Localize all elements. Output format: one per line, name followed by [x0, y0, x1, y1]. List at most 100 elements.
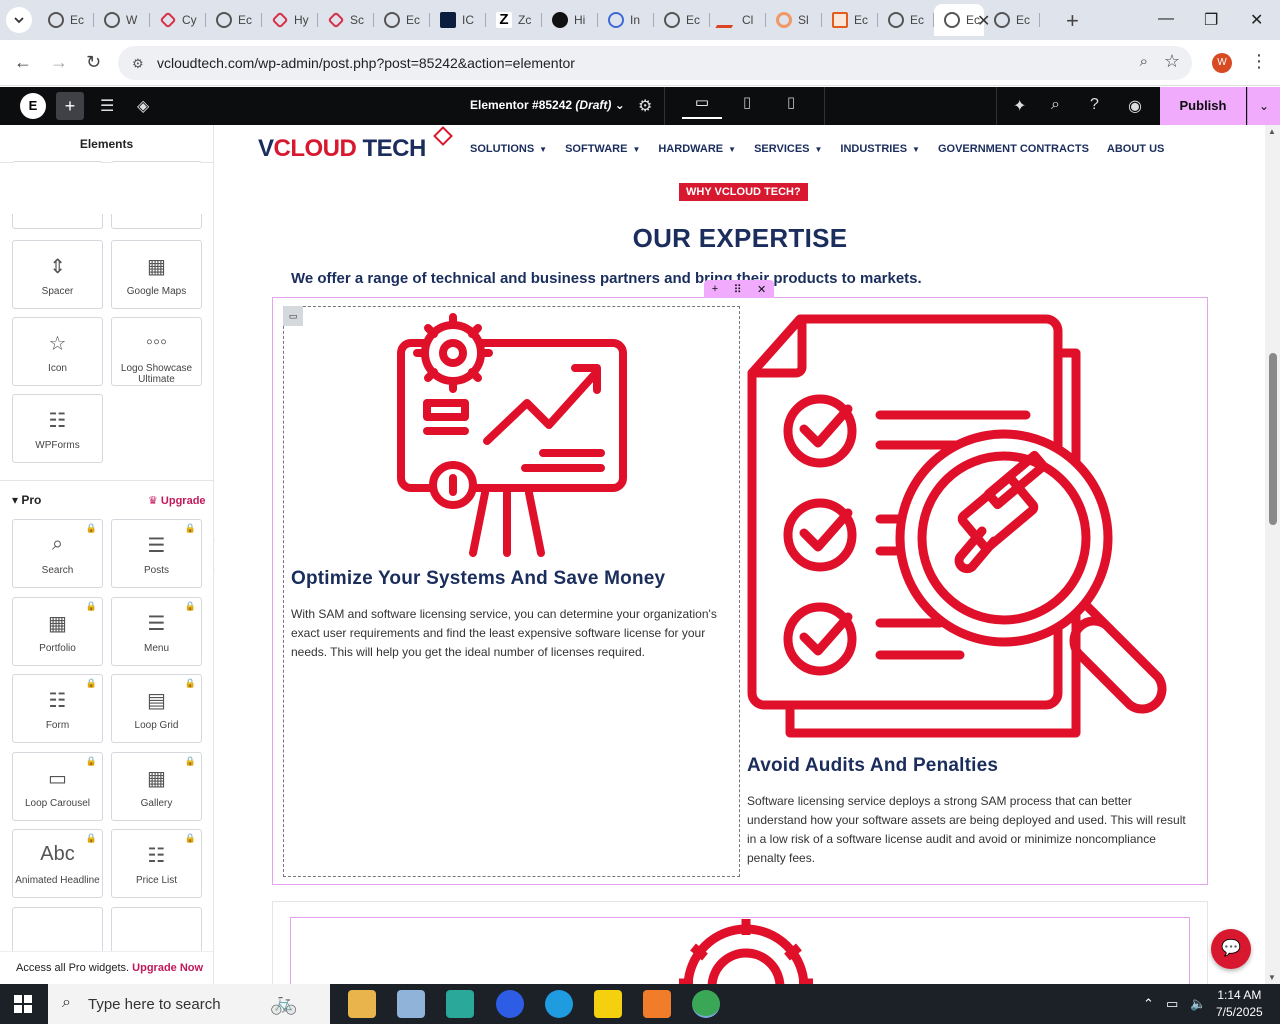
site-nav-item[interactable]: INDUSTRIES ▼ — [840, 143, 920, 155]
widget-wpforms[interactable]: ☷ WPForms — [12, 394, 103, 463]
canvas-scrollbar[interactable]: ▲ ▼ — [1265, 125, 1280, 984]
taskbar-search[interactable]: ⌕ Type here to search 🚲 — [48, 984, 330, 1024]
windows-start-icon[interactable] — [14, 995, 32, 1013]
browser-menu-icon[interactable]: ⋮ — [1250, 51, 1268, 72]
profile-avatar[interactable]: W — [1212, 53, 1232, 73]
column-edit-handle-icon[interactable]: ▭ — [283, 306, 303, 326]
app-icon[interactable] — [397, 990, 425, 1018]
widget-search[interactable]: ⌕ Search 🔒 — [12, 519, 103, 588]
system-clock[interactable]: 1:14 AM 7/5/2025 — [1216, 987, 1263, 1021]
document-title[interactable]: Elementor #85242 (Draft) ⌄ — [470, 98, 625, 112]
widget-posts[interactable]: ☰ Posts 🔒 — [111, 519, 202, 588]
browser-tab[interactable]: Sc — [318, 4, 374, 36]
structure-layers-icon[interactable]: ◈ — [137, 96, 149, 116]
widget-animated-headline[interactable]: Abc Animated Headline 🔒 — [12, 829, 103, 898]
network-icon[interactable]: ▭ — [1166, 996, 1178, 1012]
app-icon[interactable] — [446, 990, 474, 1018]
add-section-icon[interactable]: + — [712, 283, 718, 295]
close-window-icon[interactable]: ✕ — [1250, 10, 1263, 30]
widget-google-maps[interactable]: ▦ Google Maps — [111, 240, 202, 309]
address-bar[interactable]: ⚙ vcloudtech.com/wp-admin/post.php?post=… — [118, 46, 1192, 80]
browser-tab[interactable]: Ec — [206, 4, 262, 36]
widget-loop-grid[interactable]: ▤ Loop Grid 🔒 — [111, 674, 202, 743]
file-explorer-icon[interactable] — [348, 990, 376, 1018]
back-icon[interactable]: ← — [14, 52, 32, 73]
notifications-rocket-icon[interactable]: ✦ — [1013, 96, 1026, 116]
desktop-view-icon[interactable]: ▭ — [682, 93, 722, 119]
publish-button[interactable]: Publish — [1160, 87, 1246, 125]
publish-options-chevron-icon[interactable]: ⌄ — [1247, 87, 1280, 125]
widget-gallery[interactable]: ▦ Gallery 🔒 — [111, 751, 202, 821]
browser-tab[interactable]: Ec — [374, 4, 430, 36]
zoom-icon[interactable]: ⌕ — [1140, 53, 1148, 70]
site-settings-icon[interactable]: ⚙ — [132, 56, 144, 72]
editor-canvas[interactable]: VCLOUD TECH SOLUTIONS ▼ SOFTWARE ▼ HARDWARE ▼… — [215, 125, 1265, 984]
site-nav-item[interactable]: ABOUT US — [1107, 143, 1164, 155]
browser-tab[interactable]: Ec — [38, 4, 94, 36]
browser-tab[interactable]: Cy — [150, 4, 206, 36]
widget-form[interactable]: ☷ Form 🔒 — [12, 674, 103, 743]
delete-section-icon[interactable]: ✕ — [757, 283, 766, 296]
browser-tab[interactable]: Cl — [710, 4, 766, 36]
page-settings-gear-icon[interactable]: ⚙ — [638, 96, 652, 116]
xampp-icon[interactable] — [643, 990, 671, 1018]
widget-logo-showcase-ultimate[interactable]: ◦◦◦ Logo Showcase Ultimate — [111, 317, 202, 386]
browser-tab[interactable]: Ec — [878, 4, 934, 36]
browser-tab[interactable]: Sl — [766, 4, 822, 36]
section-handle[interactable]: + ⠿ ✕ — [704, 280, 774, 298]
upgrade-now-link[interactable]: Upgrade Now — [132, 962, 203, 974]
chat-widget-icon[interactable]: 💬 — [1211, 929, 1251, 969]
browser-tab[interactable]: Ec — [984, 4, 1040, 36]
upgrade-link[interactable]: ♛ Upgrade — [148, 494, 206, 507]
browser-tab[interactable]: Hy — [262, 4, 318, 36]
site-settings-sliders-icon[interactable]: ☰ — [100, 96, 114, 116]
close-tab-icon[interactable]: ✕ — [977, 11, 990, 31]
preview-eye-icon[interactable]: ◉ — [1128, 96, 1142, 116]
drag-handle-icon[interactable]: ⠿ — [734, 283, 742, 296]
browser-tab[interactable]: IC — [430, 4, 486, 36]
browser-tab[interactable]: In — [598, 4, 654, 36]
edge-icon[interactable] — [545, 990, 573, 1018]
finder-search-icon[interactable]: ⌕ — [1051, 96, 1060, 114]
url-text[interactable]: vcloudtech.com/wp-admin/post.php?post=85… — [157, 55, 575, 71]
tab-search-button[interactable] — [6, 7, 32, 33]
widget-price-list[interactable]: ☷ Price List 🔒 — [111, 829, 202, 898]
restore-icon[interactable]: ❐ — [1204, 10, 1218, 30]
zoom-app-icon[interactable] — [496, 990, 524, 1018]
sticky-notes-icon[interactable] — [594, 990, 622, 1018]
scroll-down-icon[interactable]: ▼ — [1268, 973, 1276, 982]
browser-tab[interactable]: Ec — [822, 4, 878, 36]
mobile-view-icon[interactable]: ▯ — [771, 93, 811, 119]
widget-loop-carousel[interactable]: ▭ Loop Carousel 🔒 — [12, 751, 103, 821]
browser-tab[interactable]: Z Zc — [486, 4, 542, 36]
browser-tab[interactable]: Hi — [542, 4, 598, 36]
site-nav-item[interactable]: SOLUTIONS ▼ — [470, 143, 547, 155]
chrome-icon[interactable] — [692, 990, 720, 1018]
abc-icon: Abc — [40, 843, 75, 865]
volume-icon[interactable]: 🔈 — [1190, 996, 1206, 1012]
widget-spacer[interactable]: ⇕ Spacer — [12, 240, 103, 309]
help-icon[interactable]: ? — [1090, 96, 1099, 114]
browser-tab[interactable]: Ec — [654, 4, 710, 36]
site-nav-item[interactable]: SOFTWARE ▼ — [565, 143, 640, 155]
site-nav-item[interactable]: GOVERNMENT CONTRACTS — [938, 143, 1089, 155]
widget-icon[interactable]: ☆ Icon — [12, 317, 103, 386]
tablet-view-icon[interactable]: ▯ — [727, 93, 767, 119]
widget-menu[interactable]: ☰ Menu 🔒 — [111, 596, 202, 666]
minimize-icon[interactable]: — — [1158, 10, 1174, 28]
new-tab-button[interactable]: + — [1066, 8, 1079, 34]
bookmark-star-icon[interactable]: ☆ — [1164, 51, 1180, 72]
forward-icon[interactable]: → — [50, 52, 68, 73]
site-nav-item[interactable]: SERVICES ▼ — [754, 143, 822, 155]
pro-category-toggle[interactable]: ▾ Pro — [12, 493, 41, 507]
scrollbar-thumb[interactable] — [1269, 353, 1277, 525]
tray-chevron-icon[interactable]: ⌃ — [1143, 996, 1154, 1012]
site-nav-item[interactable]: HARDWARE ▼ — [658, 143, 736, 155]
add-element-button[interactable]: + — [56, 92, 84, 120]
scroll-up-icon[interactable]: ▲ — [1268, 127, 1276, 136]
site-logo[interactable]: VCLOUD TECH — [258, 135, 426, 163]
reload-icon[interactable]: ↻ — [86, 52, 101, 73]
browser-tab[interactable]: W — [94, 4, 150, 36]
widget-portfolio[interactable]: ▦ Portfolio 🔒 — [12, 596, 103, 666]
elementor-logo-icon[interactable]: E — [20, 93, 46, 119]
